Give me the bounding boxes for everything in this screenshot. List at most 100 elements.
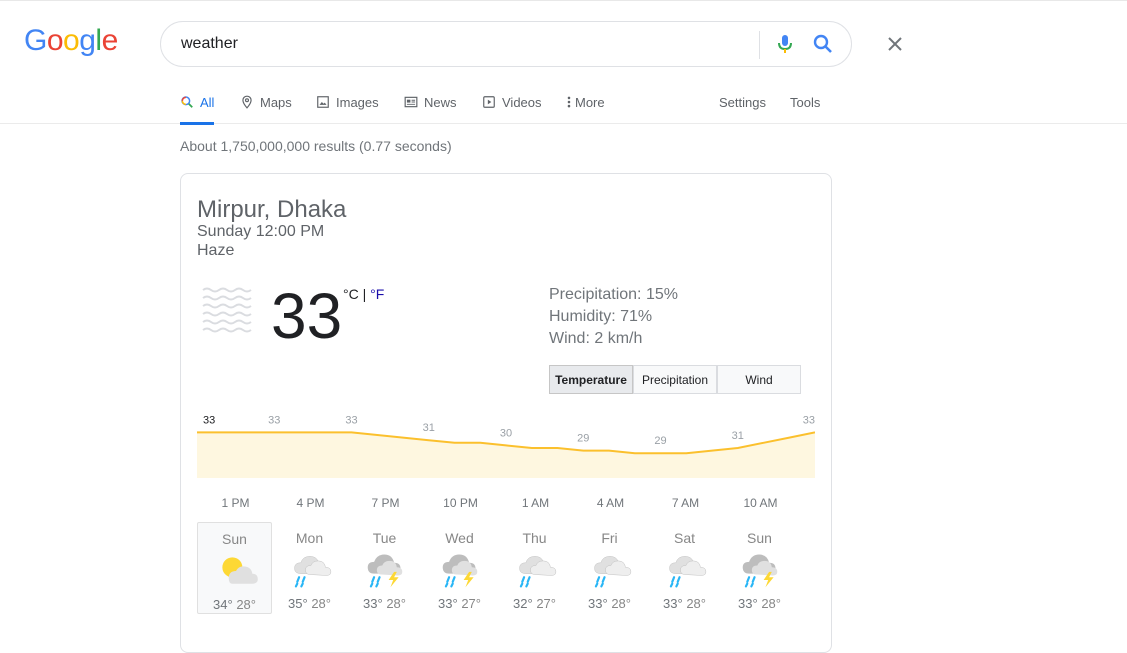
- unit-separator: |: [358, 286, 371, 302]
- forecast-day[interactable]: Mon 35° 28°: [272, 522, 347, 614]
- temperature-data-label: 33: [268, 414, 280, 426]
- thunderstorm-icon: [442, 554, 478, 588]
- forecast-day[interactable]: Sun 34° 28°: [197, 522, 272, 614]
- tab-tools[interactable]: Tools: [790, 80, 820, 124]
- unit-fahrenheit[interactable]: °F: [370, 286, 384, 302]
- clear-icon[interactable]: [883, 32, 907, 56]
- temperature-button[interactable]: Temperature: [549, 365, 633, 394]
- microphone-icon[interactable]: [773, 32, 797, 56]
- day-low: 28°: [236, 597, 256, 612]
- hour-label: 4 AM: [596, 496, 625, 510]
- day-temps: 35° 28°: [272, 596, 347, 611]
- temperature-data-label: 30: [500, 427, 512, 439]
- logo-letter: g: [79, 24, 96, 57]
- tab-label: Maps: [260, 94, 292, 110]
- daily-forecast: Sun 34° 28° Mon 35° 28° Tue 33° 28° Wed 33° 27°…: [197, 522, 815, 614]
- weather-card: Mirpur, Dhaka Sunday 12:00 PM Haze 33 °C…: [180, 173, 832, 653]
- current-temperature: 33: [271, 280, 343, 352]
- tab-settings[interactable]: Settings: [719, 80, 766, 124]
- rain-cloud-icon: [669, 556, 707, 588]
- day-low: 28°: [686, 596, 706, 611]
- forecast-day[interactable]: Wed 33° 27°: [422, 522, 497, 614]
- search-box[interactable]: weather: [160, 21, 902, 67]
- day-low: 28°: [311, 596, 331, 611]
- weather-time: Sunday 12:00 PM: [197, 223, 325, 240]
- tab-label: Tools: [790, 94, 821, 110]
- day-high: 33°: [738, 596, 758, 611]
- tab-label: Images: [336, 94, 379, 110]
- day-high: 33°: [663, 596, 683, 611]
- search-icon[interactable]: [811, 32, 835, 56]
- day-high: 33°: [438, 596, 458, 611]
- rain-cloud-icon: [294, 556, 332, 588]
- search-tabs: All Maps Images News Videos More Setting…: [0, 80, 1127, 125]
- day-name: Wed: [445, 530, 474, 546]
- search-input[interactable]: weather: [181, 35, 238, 53]
- tab-news[interactable]: News: [404, 80, 457, 124]
- hour-label: 7 AM: [671, 496, 700, 510]
- hour-label: 7 PM: [371, 496, 400, 510]
- tab-label: News: [424, 94, 457, 110]
- day-low: 28°: [386, 596, 406, 611]
- forecast-day[interactable]: Fri 33° 28°: [572, 522, 647, 614]
- day-high: 33°: [588, 596, 608, 611]
- logo-letter: o: [63, 24, 80, 57]
- forecast-day[interactable]: Sat 33° 28°: [647, 522, 722, 614]
- map-pin-icon: [242, 95, 252, 109]
- day-low: 27°: [461, 596, 481, 611]
- day-name: Mon: [295, 530, 324, 546]
- forecast-day[interactable]: Sun 33° 28°: [722, 522, 797, 614]
- precipitation-text: Precipitation: 15%: [549, 286, 678, 303]
- day-temps: 32° 27°: [497, 596, 572, 611]
- news-icon: [404, 96, 418, 108]
- results-stats: About 1,750,000,000 results (0.77 second…: [180, 138, 452, 154]
- day-name: Sun: [222, 531, 247, 547]
- weather-details: Precipitation: 15% Humidity: 71% Wind: 2…: [549, 284, 678, 350]
- day-name: Sun: [747, 530, 772, 546]
- day-temps: 33° 28°: [722, 596, 797, 611]
- wind-button[interactable]: Wind: [717, 365, 801, 394]
- google-logo[interactable]: Google: [24, 24, 118, 58]
- temperature-chart: 33 33 33 31 30 29 29 31 33: [197, 414, 815, 478]
- tab-images[interactable]: Images: [316, 80, 379, 124]
- temperature-data-label: 33: [345, 414, 357, 426]
- unit-switch: °C | °F: [343, 286, 384, 302]
- day-low: 28°: [761, 596, 781, 611]
- search-icon: [181, 96, 193, 108]
- weather-location[interactable]: Mirpur, Dhaka: [197, 196, 346, 224]
- tab-label: Videos: [502, 94, 542, 110]
- day-temps: 34° 28°: [198, 597, 271, 612]
- day-high: 35°: [288, 596, 308, 611]
- temperature-data-label: 33: [803, 414, 815, 426]
- tab-more[interactable]: More: [566, 80, 605, 124]
- temperature-data-label: 31: [732, 430, 744, 442]
- tab-all[interactable]: All: [180, 80, 215, 125]
- logo-letter: o: [46, 24, 64, 57]
- day-high: 32°: [513, 596, 533, 611]
- tab-videos[interactable]: Videos: [482, 80, 542, 124]
- temperature-data-label: 33: [203, 414, 215, 426]
- day-temps: 33° 27°: [422, 596, 497, 611]
- day-name: Sat: [673, 530, 695, 546]
- temperature-data-label: 29: [654, 435, 666, 447]
- rain-cloud-icon: [594, 556, 632, 588]
- hour-label: 1 AM: [521, 496, 550, 510]
- temperature-data-label: 31: [423, 422, 435, 434]
- forecast-day[interactable]: Tue 33° 28°: [347, 522, 422, 614]
- forecast-day[interactable]: Thu 32° 27°: [497, 522, 572, 614]
- day-name: Fri: [601, 530, 618, 546]
- tab-label: Settings: [719, 94, 766, 110]
- hour-label: 1 PM: [221, 496, 250, 510]
- partly-sunny-icon: [222, 557, 258, 584]
- logo-letter: G: [24, 24, 47, 57]
- rain-cloud-icon: [519, 556, 557, 588]
- day-temps: 33° 28°: [647, 596, 722, 611]
- unit-celsius[interactable]: °C: [343, 286, 359, 302]
- precipitation-button[interactable]: Precipitation: [633, 365, 717, 394]
- tab-maps[interactable]: Maps: [240, 80, 292, 124]
- video-icon: [483, 96, 495, 108]
- day-low: 27°: [536, 596, 556, 611]
- day-temps: 33° 28°: [347, 596, 422, 611]
- chart-toggle-group: Temperature Precipitation Wind: [549, 365, 801, 394]
- image-icon: [317, 96, 329, 108]
